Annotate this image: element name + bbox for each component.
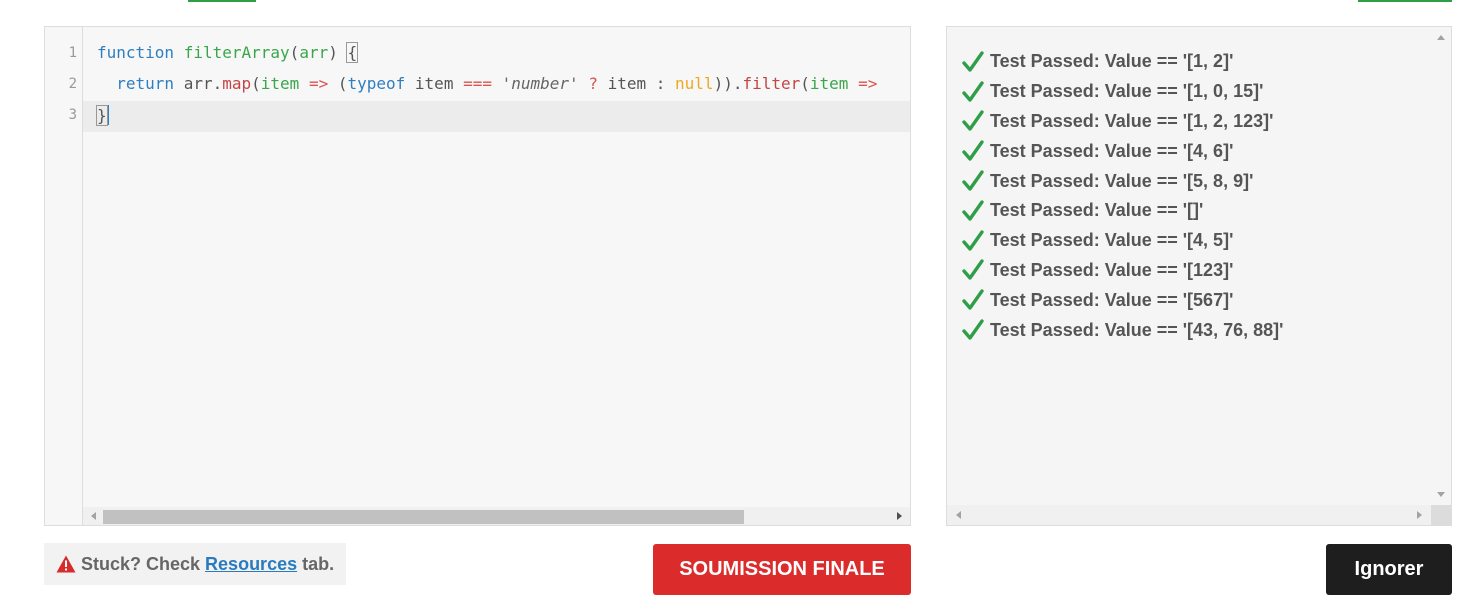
scroll-down-arrow-icon[interactable] (1437, 492, 1445, 497)
test-result-item: Test Passed: Value == '[567]' (962, 285, 1283, 315)
test-result-item: Test Passed: Value == '[]' (962, 196, 1283, 226)
code-token: item (809, 74, 849, 93)
output-horizontal-scrollbar[interactable] (947, 505, 1431, 525)
check-icon (962, 110, 984, 132)
scroll-left-arrow-icon[interactable] (91, 512, 96, 520)
scroll-up-arrow-icon[interactable] (1437, 35, 1445, 40)
check-icon (962, 229, 984, 251)
resources-link[interactable]: Resources (205, 554, 297, 575)
code-editor[interactable]: 1 2 3 function filterArray(arr) { return… (44, 26, 911, 526)
test-result-item: Test Passed: Value == '[43, 76, 88]' (962, 315, 1283, 345)
code-token: ? (588, 74, 598, 93)
test-result-item: Test Passed: Value == '[1, 2, 123]' (962, 107, 1283, 137)
ignore-button[interactable]: Ignorer (1326, 544, 1452, 595)
check-icon (962, 289, 984, 310)
code-token: map (222, 74, 252, 93)
code-token: arr (299, 43, 329, 62)
test-results-list: Test Passed: Value == '[1, 2]' Test Passe… (962, 47, 1283, 345)
test-result-text: Test Passed: Value == '[1, 2]' (990, 51, 1234, 72)
check-icon (962, 319, 984, 340)
test-result-text: Test Passed: Value == '[4, 5]' (990, 230, 1234, 251)
code-area[interactable]: function filterArray(arr) { return arr.m… (83, 27, 910, 507)
code-token: => (858, 74, 878, 93)
line-number: 3 (68, 107, 77, 123)
editor-horizontal-scrollbar[interactable] (83, 507, 910, 525)
test-result-item: Test Passed: Value == '[4, 6]' (962, 136, 1283, 166)
code-token: return (116, 74, 175, 93)
code-token: ) (328, 43, 348, 62)
warning-icon (56, 555, 76, 573)
code-token: filterArray (183, 43, 290, 62)
line-number: 2 (68, 76, 77, 92)
test-result-item: Test Passed: Value == '[5, 8, 9]' (962, 166, 1283, 196)
code-line[interactable]: return arr.map(item => (typeof item === … (97, 74, 877, 93)
code-token: ( (328, 74, 348, 93)
code-token: function (97, 43, 175, 62)
test-result-item: Test Passed: Value == '[4, 5]' (962, 226, 1283, 256)
scrollbar-corner (1431, 505, 1451, 525)
code-token: item : (597, 74, 676, 93)
code-token: ( (800, 74, 810, 93)
code-token: === (463, 74, 492, 93)
check-icon (962, 140, 984, 161)
test-result-item: Test Passed: Value == '[1, 0, 15]' (962, 77, 1283, 107)
test-result-text: Test Passed: Value == '[1, 2, 123]' (990, 110, 1274, 131)
top-accent-left (188, 0, 256, 2)
code-token: ( (289, 43, 300, 62)
scroll-right-arrow-icon[interactable] (1417, 511, 1422, 519)
line-number: 1 (68, 45, 77, 61)
test-result-text: Test Passed: Value == '[123]' (990, 259, 1234, 280)
test-result-item: Test Passed: Value == '[123]' (962, 256, 1283, 286)
top-accent-right (1358, 0, 1452, 2)
test-result-text: Test Passed: Value == '[5, 8, 9]' (990, 170, 1254, 191)
test-result-text: Test Passed: Value == '[]' (990, 200, 1204, 221)
code-token: item (405, 74, 464, 93)
check-icon (962, 200, 984, 221)
check-icon (962, 80, 984, 102)
line-number-gutter: 1 2 3 (45, 27, 83, 525)
code-token: 'number' (501, 74, 579, 93)
test-result-text: Test Passed: Value == '[43, 76, 88]' (990, 319, 1284, 340)
editor-scroll-thumb[interactable] (103, 510, 744, 524)
active-line-highlight (83, 101, 910, 132)
code-token: ( (251, 74, 261, 93)
code-token: filter (742, 74, 801, 93)
check-icon (962, 170, 984, 191)
scroll-left-arrow-icon[interactable] (956, 511, 961, 519)
code-token: null (675, 74, 714, 93)
code-line[interactable]: function filterArray(arr) { (97, 42, 359, 63)
code-token: item (260, 74, 300, 93)
test-output-panel: Test Passed: Value == '[1, 2]' Test Passe… (946, 26, 1452, 526)
code-token: )). (713, 74, 743, 93)
code-token: { (346, 42, 359, 63)
hint-suffix: tab. (302, 553, 335, 574)
code-token: => (308, 74, 329, 93)
code-token: typeof (347, 74, 406, 93)
text-cursor (106, 105, 109, 125)
test-result-item: Test Passed: Value == '[1, 2]' (962, 47, 1283, 77)
test-result-text: Test Passed: Value == '[4, 6]' (990, 140, 1234, 161)
check-icon (962, 51, 984, 72)
code-token: arr. (174, 74, 223, 93)
stuck-hint: Stuck? Check Resources tab. (44, 543, 347, 585)
code-token: } (96, 105, 108, 126)
scroll-right-arrow-icon[interactable] (897, 512, 902, 520)
test-result-text: Test Passed: Value == '[567]' (990, 289, 1234, 310)
code-line[interactable]: } (96, 105, 109, 126)
check-icon (962, 259, 984, 281)
final-submit-button[interactable]: SOUMISSION FINALE (653, 544, 911, 595)
output-vertical-scrollbar[interactable] (1431, 27, 1451, 505)
hint-prefix: Stuck? Check (81, 553, 201, 574)
test-result-text: Test Passed: Value == '[1, 0, 15]' (990, 81, 1264, 102)
